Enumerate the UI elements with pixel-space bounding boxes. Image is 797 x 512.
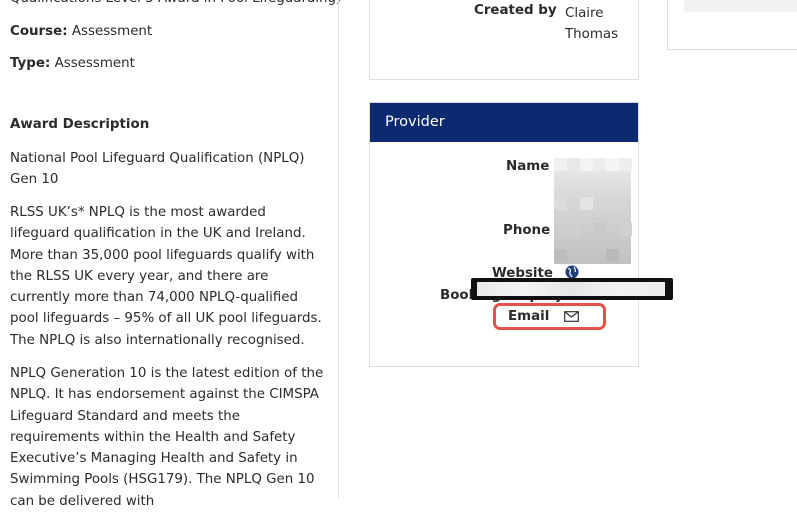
type-line: Type: Assessment xyxy=(10,54,135,74)
redacted-contact-details xyxy=(554,158,632,264)
course-value: Assessment xyxy=(71,24,153,39)
award-description-paragraph-3: NPLQ Generation 10 is the latest edition… xyxy=(10,366,324,509)
email-highlight xyxy=(493,303,606,330)
award-description-paragraph-2: RLSS UK’s* NPLQ is the most awarded life… xyxy=(10,205,322,348)
created-by-label: Created by xyxy=(474,3,557,18)
award-description-heading: Award Description xyxy=(10,117,150,132)
qualification-title: Qualifications Level 3 Award in Pool Lif… xyxy=(10,0,341,9)
course-line: Course: Assessment xyxy=(10,22,152,42)
provider-header: Provider xyxy=(370,103,638,142)
redacted-booking-link xyxy=(471,278,673,300)
award-description-paragraph-1: National Pool Lifeguard Qualification (N… xyxy=(10,151,305,188)
side-card xyxy=(667,0,797,50)
provider-name-label: Name xyxy=(506,159,550,174)
course-label: Course: xyxy=(10,24,68,39)
globe-icon[interactable] xyxy=(565,265,579,279)
created-by-value: Claire Thomas xyxy=(565,6,619,42)
provider-phone-label: Phone xyxy=(503,223,551,238)
type-label: Type: xyxy=(10,56,51,71)
column-divider xyxy=(338,0,339,498)
type-value: Assessment xyxy=(54,56,135,71)
